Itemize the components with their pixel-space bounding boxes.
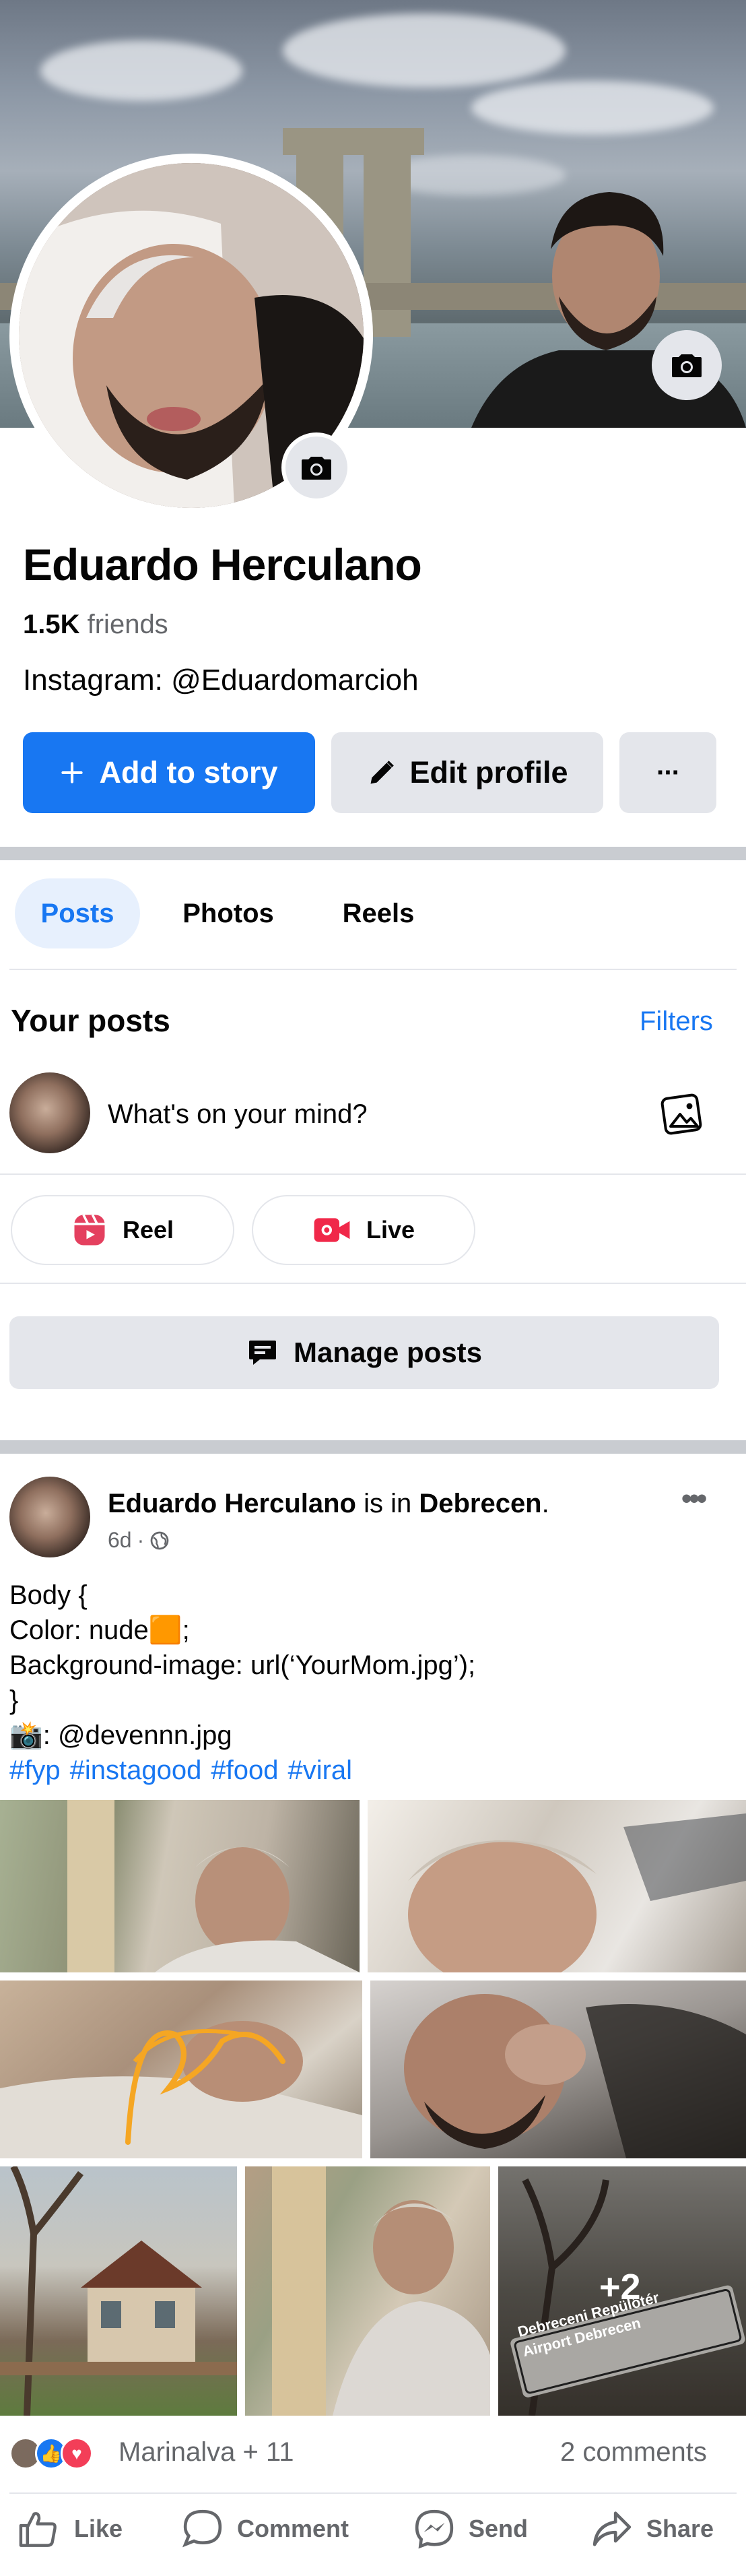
tabs-divider [9, 969, 737, 970]
reel-icon [74, 1214, 105, 1246]
more-options-button[interactable]: ··· [619, 732, 716, 813]
live-label: Live [366, 1216, 415, 1244]
section-divider [0, 847, 746, 860]
live-button[interactable]: Live [252, 1195, 475, 1265]
post-photo[interactable] [0, 1981, 362, 2158]
post-meta: 6d · [108, 1528, 170, 1553]
more-dots-icon: ··· [656, 757, 681, 787]
post-text-line: Background-image: url(‘YourMom.jpg’); [9, 1650, 476, 1680]
filters-link[interactable]: Filters [640, 1006, 713, 1037]
manage-posts-label: Manage posts [293, 1337, 483, 1368]
plus-icon [61, 762, 83, 783]
reaction-summary[interactable]: Marinalva + 11 [118, 2437, 294, 2468]
share-button[interactable]: Share [591, 2506, 714, 2552]
reel-button[interactable]: Reel [11, 1195, 234, 1265]
tab-reels[interactable]: Reels [318, 878, 439, 948]
camera-icon [302, 457, 331, 480]
tab-photos[interactable]: Photos [166, 878, 291, 948]
messenger-icon [415, 2509, 454, 2549]
profile-name: Eduardo Herculano [23, 540, 422, 589]
cover-camera-button[interactable] [652, 330, 722, 400]
post-text-line: } [9, 1685, 19, 1715]
profile-camera-button[interactable] [281, 432, 351, 503]
hashtag-link[interactable]: #viral [287, 1756, 352, 1785]
post-hashtags: #fyp #instagood #food #viral [9, 1753, 362, 1788]
composer-divider [0, 1173, 746, 1175]
friends-count[interactable]: 1.5K friends [23, 610, 168, 640]
post-text-line: 📸: @devennn.jpg [9, 1720, 232, 1750]
post-text-line: Body { [9, 1580, 88, 1610]
comments-count[interactable]: 2 comments [560, 2437, 707, 2468]
friends-count-number: 1.5K [23, 610, 80, 639]
post-options-button[interactable]: ••• [681, 1482, 707, 1516]
meta-separator: · [137, 1528, 145, 1552]
hashtag-link[interactable]: #fyp [9, 1756, 61, 1785]
reaction-icons[interactable]: 👍 ♥ [9, 2437, 93, 2470]
profile-bio: Instagram: @Eduardomarcioh [23, 664, 419, 697]
edit-profile-button[interactable]: Edit profile [331, 732, 603, 813]
manage-posts-button[interactable]: Manage posts [9, 1316, 719, 1389]
post-time[interactable]: 6d [108, 1528, 132, 1553]
post-photo[interactable] [370, 1981, 746, 2158]
like-label: Like [74, 2515, 123, 2542]
post-photo[interactable] [0, 2166, 237, 2416]
thumbs-up-icon [19, 2512, 57, 2547]
section-divider [0, 1440, 746, 1454]
send-label: Send [469, 2515, 529, 2542]
live-video-icon [314, 1218, 350, 1242]
post-author-avatar[interactable] [9, 1477, 90, 1557]
edit-profile-label: Edit profile [409, 755, 568, 790]
share-icon [592, 2511, 632, 2546]
friends-label: friends [87, 610, 168, 639]
globe-icon [150, 1531, 169, 1549]
post-connector: is in [355, 1489, 419, 1518]
hashtag-link[interactable]: #food [211, 1756, 278, 1785]
post-photo[interactable] [368, 1800, 746, 1972]
post-text-line: Color: nude🟧; [9, 1615, 190, 1645]
pencil-icon [370, 761, 394, 784]
reel-label: Reel [122, 1216, 174, 1244]
comment-label: Comment [237, 2515, 349, 2542]
comment-button[interactable]: Comment [182, 2506, 349, 2552]
pills-divider [0, 1283, 746, 1284]
comment-icon [182, 2509, 222, 2548]
post-place[interactable]: Debrecen [419, 1489, 541, 1518]
like-button[interactable]: Like [18, 2506, 123, 2552]
love-reaction-icon: ♥ [61, 2437, 93, 2470]
composer-input[interactable]: What's on your mind? [108, 1099, 368, 1130]
post-period: . [541, 1489, 549, 1518]
more-photos-count: +2 [599, 2267, 641, 2307]
manage-posts-icon [248, 1341, 276, 1365]
camera-icon [672, 354, 702, 377]
post-photo[interactable] [0, 1800, 360, 1972]
post-author-name[interactable]: Eduardo Herculano [108, 1489, 356, 1518]
post-photo[interactable] [245, 2166, 490, 2416]
tab-posts[interactable]: Posts [15, 878, 140, 948]
hashtag-link[interactable]: #instagood [70, 1756, 202, 1785]
share-label: Share [646, 2515, 714, 2542]
add-to-story-label: Add to story [99, 755, 278, 790]
post-author-line[interactable]: Eduardo Herculano is in Debrecen. [108, 1489, 549, 1519]
photo-upload-button[interactable] [656, 1086, 710, 1140]
actions-divider [9, 2492, 737, 2494]
photo-gallery-icon [660, 1093, 702, 1135]
add-to-story-button[interactable]: Add to story [23, 732, 315, 813]
your-posts-title: Your posts [11, 1003, 170, 1038]
send-button[interactable]: Send [413, 2506, 528, 2552]
composer-avatar[interactable] [9, 1072, 90, 1153]
